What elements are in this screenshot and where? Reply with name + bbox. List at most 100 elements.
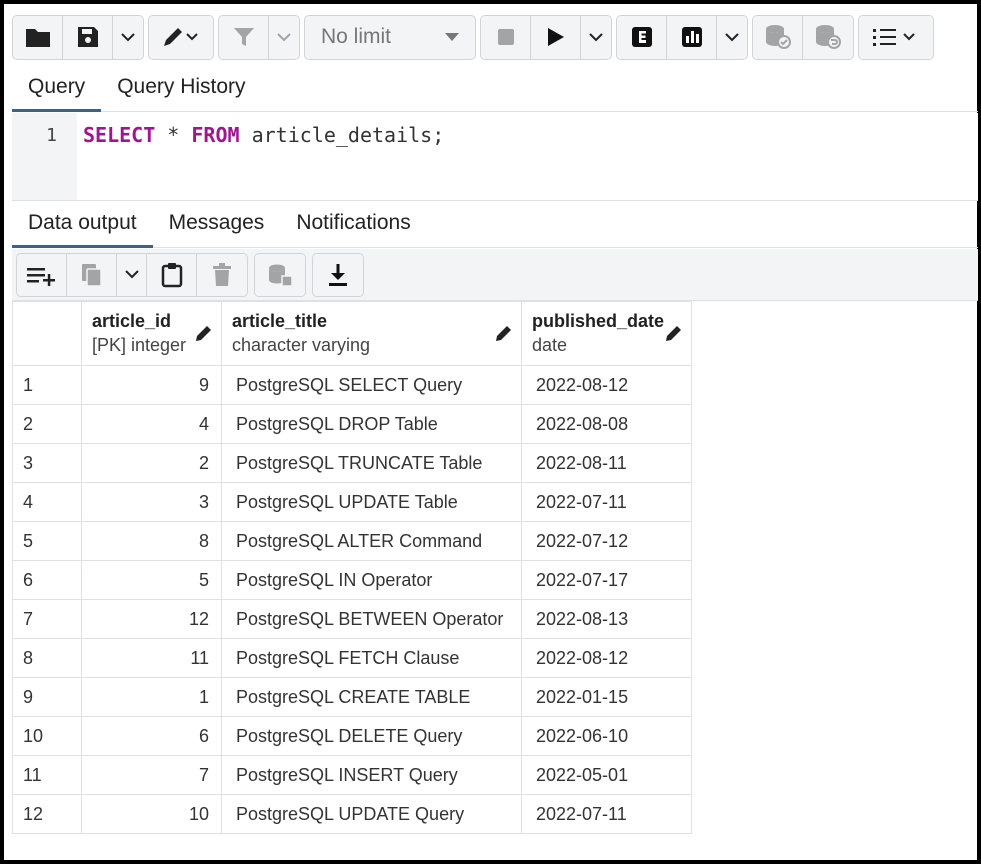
- table-row[interactable]: 11 7 PostgreSQL INSERT Query 2022-05-01: [12, 755, 692, 795]
- article-title-cell[interactable]: PostgreSQL CREATE TABLE: [221, 677, 522, 717]
- execute-options-button[interactable]: [581, 15, 611, 59]
- add-row-button[interactable]: [17, 253, 67, 296]
- save-data-button[interactable]: [255, 253, 305, 296]
- table-row[interactable]: 12 10 PostgreSQL UPDATE Query 2022-07-11: [12, 794, 692, 834]
- row-number-cell[interactable]: 12: [12, 794, 82, 834]
- article-id-cell[interactable]: 5: [81, 560, 222, 600]
- tab-query[interactable]: Query: [12, 63, 102, 112]
- article-title-cell[interactable]: PostgreSQL BETWEEN Operator: [221, 599, 522, 639]
- article-id-cell[interactable]: 10: [81, 794, 222, 834]
- article-title-cell[interactable]: PostgreSQL DROP Table: [221, 404, 522, 444]
- table-row[interactable]: 1 9 PostgreSQL SELECT Query 2022-08-12: [12, 365, 692, 405]
- filter-button[interactable]: [219, 15, 269, 59]
- article-title-cell[interactable]: PostgreSQL TRUNCATE Table: [221, 443, 522, 483]
- copy-button[interactable]: [67, 253, 117, 296]
- published-date-cell[interactable]: 2022-06-10: [521, 716, 692, 756]
- published-date-cell[interactable]: 2022-08-12: [521, 638, 692, 678]
- article-title-cell[interactable]: PostgreSQL IN Operator: [221, 560, 522, 600]
- tab-data-output[interactable]: Data output: [12, 199, 153, 248]
- published-date-cell[interactable]: 2022-08-12: [521, 365, 692, 405]
- published-date-cell[interactable]: 2022-08-13: [521, 599, 692, 639]
- commit-button[interactable]: [753, 15, 803, 59]
- copy-icon: [81, 263, 102, 287]
- save-icon: [77, 27, 98, 47]
- table-row[interactable]: 4 3 PostgreSQL UPDATE Table 2022-07-11: [12, 482, 692, 522]
- row-number-cell[interactable]: 9: [12, 677, 82, 717]
- save-file-button[interactable]: [63, 15, 113, 59]
- explain-options-button[interactable]: [717, 15, 747, 59]
- tab-messages[interactable]: Messages: [153, 199, 281, 247]
- row-number-header: [12, 301, 82, 366]
- published-date-cell[interactable]: 2022-07-12: [521, 521, 692, 561]
- column-header-article-id[interactable]: article_id [PK] integer: [81, 301, 222, 366]
- column-header-published-date[interactable]: published_date date: [521, 301, 692, 366]
- sql-editor[interactable]: 1 SELECT * FROM article_details;: [12, 113, 978, 201]
- article-title-cell[interactable]: PostgreSQL FETCH Clause: [221, 638, 522, 678]
- article-id-cell[interactable]: 7: [81, 755, 222, 795]
- tab-notifications[interactable]: Notifications: [280, 199, 426, 247]
- row-number-cell[interactable]: 2: [12, 404, 82, 444]
- article-title-cell[interactable]: PostgreSQL ALTER Command: [221, 521, 522, 561]
- article-id-cell[interactable]: 12: [81, 599, 222, 639]
- article-id-cell[interactable]: 11: [81, 638, 222, 678]
- row-number-cell[interactable]: 11: [12, 755, 82, 795]
- article-id-cell[interactable]: 9: [81, 365, 222, 405]
- filter-options-button[interactable]: [269, 15, 299, 59]
- article-title-cell[interactable]: PostgreSQL UPDATE Query: [221, 794, 522, 834]
- row-number-cell[interactable]: 4: [12, 482, 82, 522]
- rollback-button[interactable]: [803, 15, 853, 59]
- row-number-cell[interactable]: 1: [12, 365, 82, 405]
- delete-row-button[interactable]: [197, 253, 247, 296]
- table-row[interactable]: 2 4 PostgreSQL DROP Table 2022-08-08: [12, 404, 692, 444]
- article-title-cell[interactable]: PostgreSQL SELECT Query: [221, 365, 522, 405]
- stop-button[interactable]: [481, 15, 531, 59]
- column-header-article-title[interactable]: article_title character varying: [221, 301, 522, 366]
- save-options-button[interactable]: [113, 15, 143, 59]
- published-date-cell[interactable]: 2022-01-15: [521, 677, 692, 717]
- copy-options-button[interactable]: [117, 253, 147, 296]
- row-number-cell[interactable]: 5: [12, 521, 82, 561]
- chevron-down-icon: [121, 32, 135, 41]
- article-id-cell[interactable]: 6: [81, 716, 222, 756]
- article-id-cell[interactable]: 1: [81, 677, 222, 717]
- execute-button[interactable]: [531, 15, 581, 59]
- edit-options-button[interactable]: [149, 15, 213, 59]
- chevron-down-icon: [277, 32, 291, 41]
- row-number-cell[interactable]: 8: [12, 638, 82, 678]
- row-number-cell[interactable]: 7: [12, 599, 82, 639]
- table-row[interactable]: 10 6 PostgreSQL DELETE Query 2022-06-10: [12, 716, 692, 756]
- article-id-cell[interactable]: 2: [81, 443, 222, 483]
- article-title-cell[interactable]: PostgreSQL UPDATE Table: [221, 482, 522, 522]
- table-row[interactable]: 8 11 PostgreSQL FETCH Clause 2022-08-12: [12, 638, 692, 678]
- published-date-cell[interactable]: 2022-07-11: [521, 482, 692, 522]
- macros-button[interactable]: [859, 15, 933, 59]
- row-number-cell[interactable]: 6: [12, 560, 82, 600]
- download-button[interactable]: [313, 253, 363, 296]
- article-id-cell[interactable]: 4: [81, 404, 222, 444]
- published-date-cell[interactable]: 2022-07-17: [521, 560, 692, 600]
- explain-button[interactable]: [617, 15, 667, 59]
- published-date-cell[interactable]: 2022-08-08: [521, 404, 692, 444]
- execute-group: [480, 14, 612, 60]
- row-limit-select[interactable]: No limit: [304, 14, 476, 60]
- published-date-cell[interactable]: 2022-08-11: [521, 443, 692, 483]
- article-title-cell[interactable]: PostgreSQL DELETE Query: [221, 716, 522, 756]
- article-id-cell[interactable]: 3: [81, 482, 222, 522]
- open-file-button[interactable]: [13, 15, 63, 59]
- tab-query-history[interactable]: Query History: [101, 63, 261, 111]
- stop-icon: [497, 29, 514, 45]
- explain-analyze-button[interactable]: [667, 15, 717, 59]
- published-date-cell[interactable]: 2022-07-11: [521, 794, 692, 834]
- table-row[interactable]: 3 2 PostgreSQL TRUNCATE Table 2022-08-11: [12, 443, 692, 483]
- row-number-cell[interactable]: 10: [12, 716, 82, 756]
- article-id-cell[interactable]: 8: [81, 521, 222, 561]
- code-table-name: article_details;: [239, 123, 445, 147]
- paste-button[interactable]: [147, 253, 197, 296]
- published-date-cell[interactable]: 2022-05-01: [521, 755, 692, 795]
- article-title-cell[interactable]: PostgreSQL INSERT Query: [221, 755, 522, 795]
- row-number-cell[interactable]: 3: [12, 443, 82, 483]
- table-row[interactable]: 9 1 PostgreSQL CREATE TABLE 2022-01-15: [12, 677, 692, 717]
- table-row[interactable]: 5 8 PostgreSQL ALTER Command 2022-07-12: [12, 521, 692, 561]
- table-row[interactable]: 7 12 PostgreSQL BETWEEN Operator 2022-08-13: [12, 599, 692, 639]
- table-row[interactable]: 6 5 PostgreSQL IN Operator 2022-07-17: [12, 560, 692, 600]
